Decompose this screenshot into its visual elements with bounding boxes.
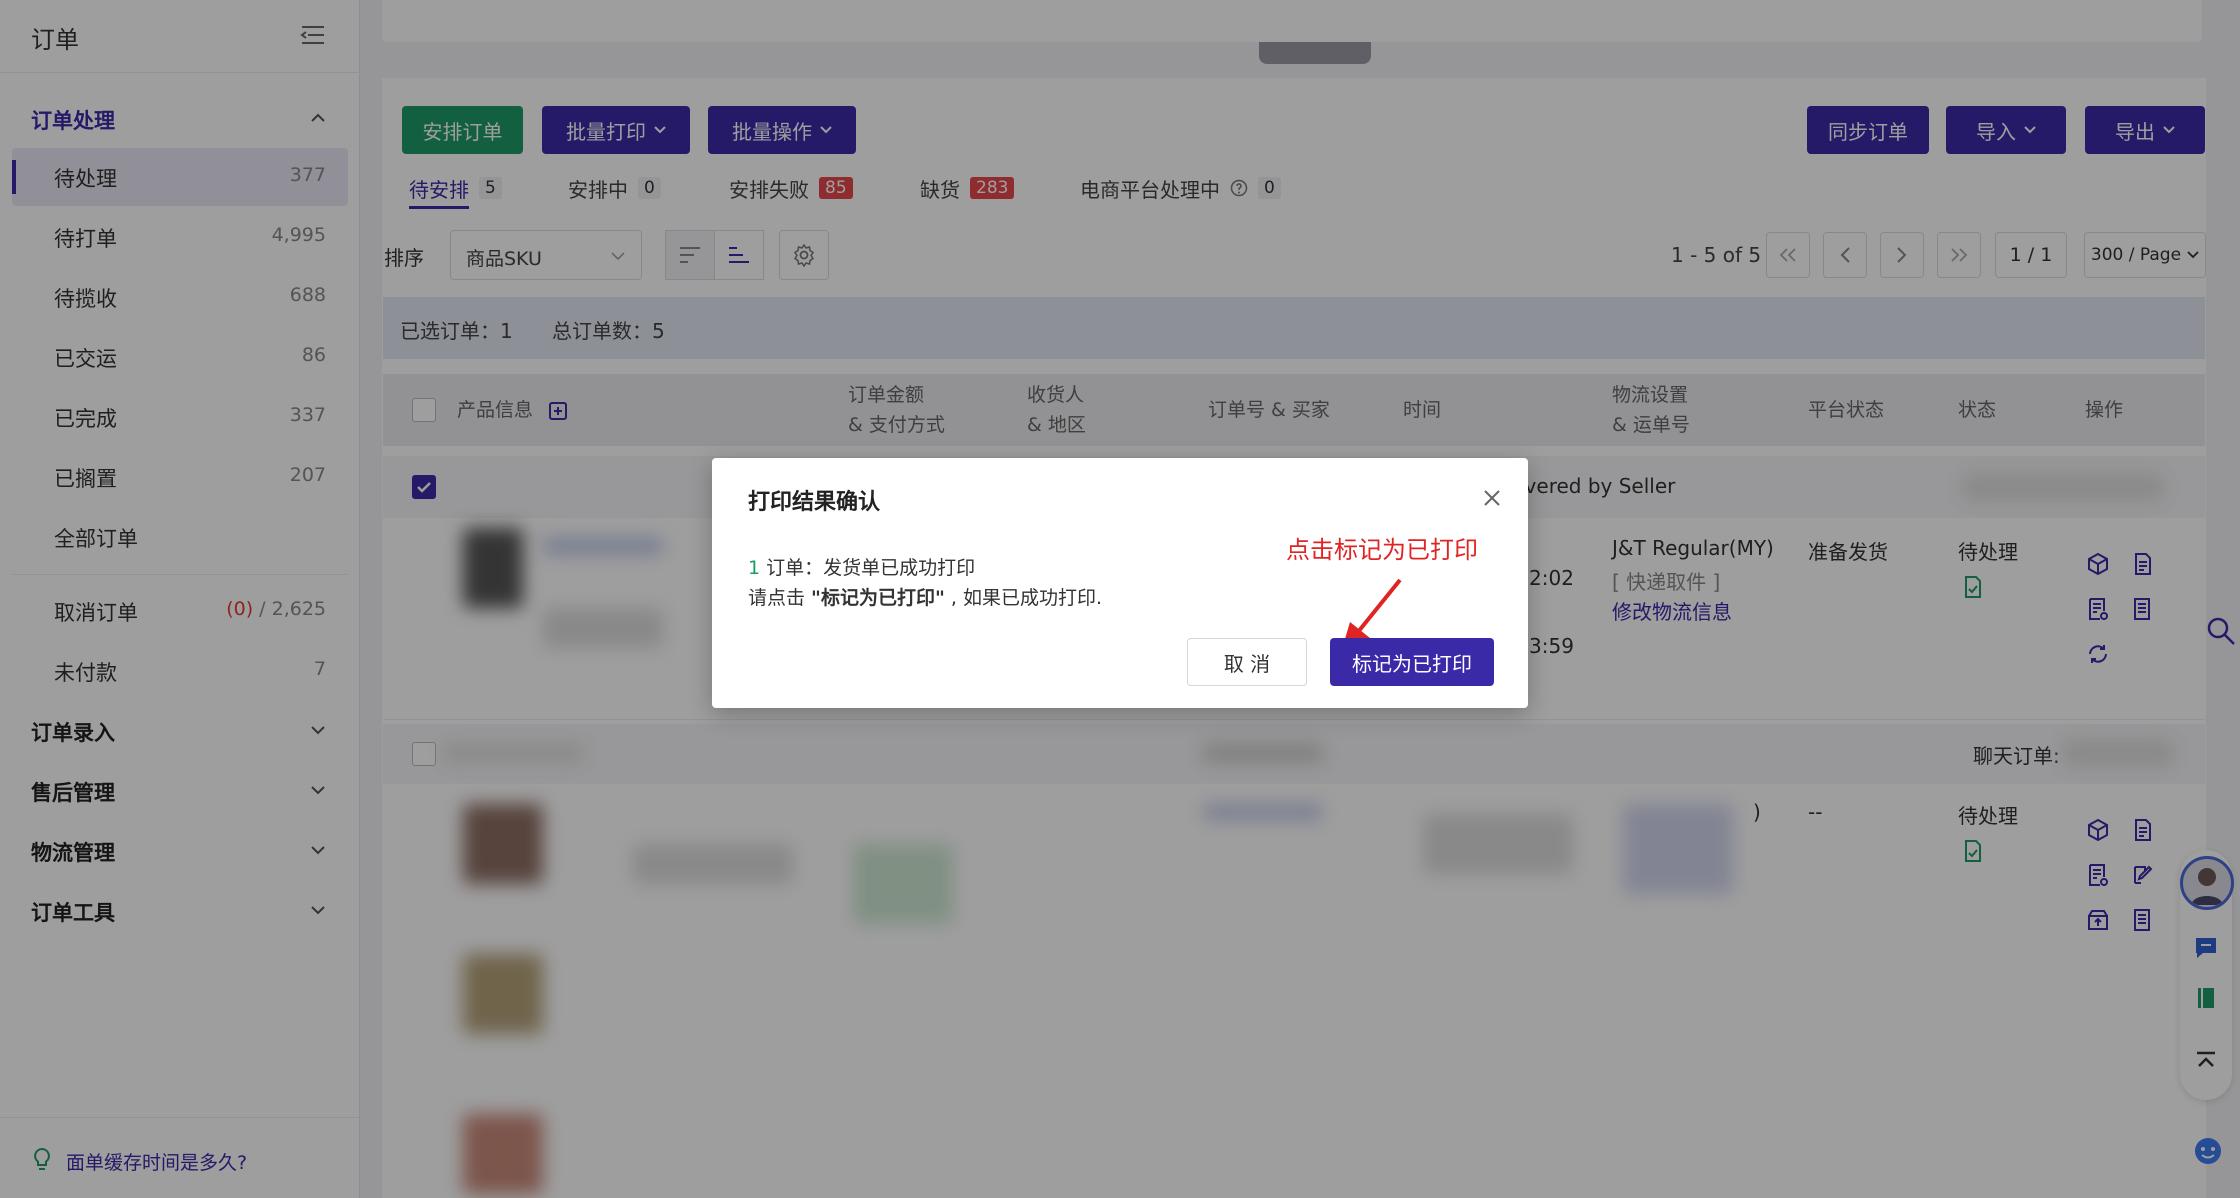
annotation-text: 点击标记为已打印 — [1286, 536, 1478, 564]
instruction-prefix: 请点击 — [748, 587, 812, 609]
instruction-emphasis: "标记为已打印" — [811, 587, 945, 609]
button-label: 取 消 — [1223, 651, 1271, 676]
print-result-dialog: 打印结果确认 1 订单：发货单已成功打印 请点击 "标记为已打印" , 如果已成… — [712, 458, 1528, 708]
cancel-button[interactable]: 取 消 — [1187, 638, 1307, 686]
dialog-title: 打印结果确认 — [748, 490, 881, 515]
print-result-text: 订单：发货单已成功打印 — [760, 557, 976, 579]
instruction-suffix: , 如果已成功打印. — [944, 587, 1103, 609]
print-result-message: 1 订单：发货单已成功打印 — [748, 553, 975, 580]
close-icon[interactable] — [1482, 488, 1502, 508]
button-label: 标记为已打印 — [1352, 651, 1472, 676]
printed-count: 1 — [748, 557, 761, 579]
instruction-message: 请点击 "标记为已打印" , 如果已成功打印. — [748, 583, 1102, 610]
mark-as-printed-button[interactable]: 标记为已打印 — [1330, 638, 1494, 686]
